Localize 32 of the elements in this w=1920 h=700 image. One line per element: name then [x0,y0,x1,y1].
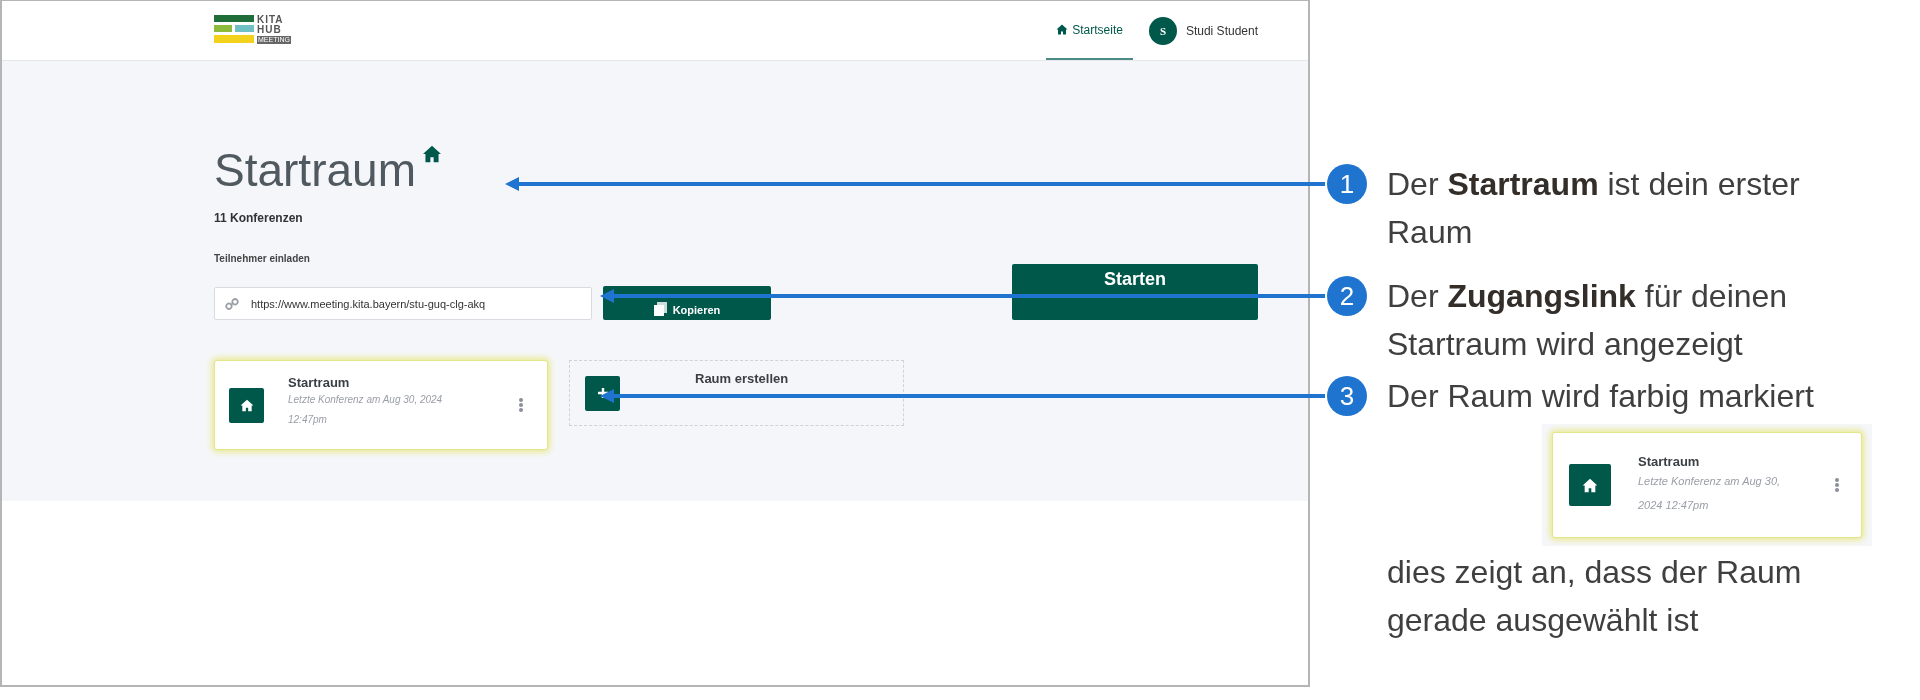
home-icon [1569,464,1611,506]
avatar[interactable]: S [1148,16,1177,45]
callout-text: Der Startraum ist dein erster Raum [1387,165,1801,252]
logo-text: KITA [257,15,285,25]
number-badge: 3 [1327,376,1367,416]
number-badge: 1 [1327,164,1367,204]
home-icon [1056,24,1069,35]
logo-text: HUB [257,25,283,35]
room-name: Startraum [288,374,351,390]
last-conference: Letzte Konferenz am Aug 30, 2024 12:47pm [1638,473,1782,513]
home-icon [229,387,264,423]
copy-icon [653,302,667,316]
create-room-tile[interactable]: Raum erstellen [569,360,904,426]
note-text: dies zeigt an, dass der Raum gerade ausgewählt ist [1387,553,1803,640]
callout-text: Der Zugangslink für deinen Startraum wird angezeigt [1387,277,1789,364]
room-title: Startraum [214,143,416,198]
room-card[interactable]: Startraum Letzte Konferenz am Aug 30, 2024 12:47pm [214,360,548,450]
start-button[interactable]: Starten [1012,264,1258,320]
more-icon[interactable] [519,398,523,412]
logo-icon [214,15,254,43]
home-icon [421,145,442,163]
invite-label: Teilnehmer einladen [214,253,311,264]
create-room-label: Raum erstellen [695,371,789,386]
link-field[interactable]: https://www.meeting.kita.bayern/stu-guq-clg-akq [214,287,592,320]
conference-count: 11 Konferenzen [214,211,304,225]
number-badge: 2 [1327,276,1367,316]
callout-text: Der Raum wird farbig markiert [1387,377,1815,416]
user-name[interactable]: Studi Student [1185,23,1258,38]
link-icon [225,296,239,311]
last-conference: Letzte Konferenz am Aug 30, 2024 12:47pm [288,392,444,427]
room-name: Startraum [1638,453,1701,469]
more-icon [1835,478,1839,492]
